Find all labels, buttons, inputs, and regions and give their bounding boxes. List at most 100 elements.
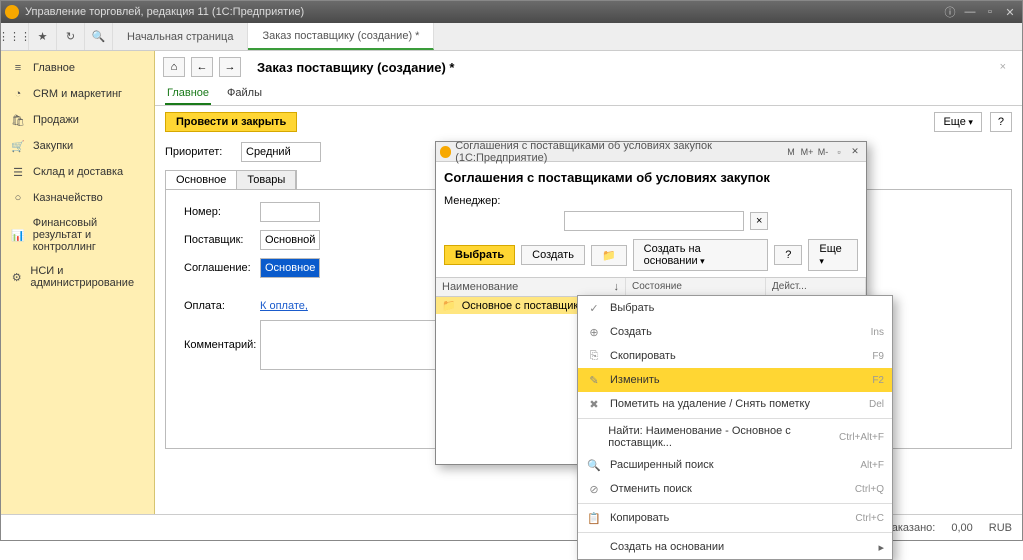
number-input[interactable] — [260, 202, 320, 222]
create-button[interactable]: Создать — [521, 245, 585, 265]
col-action[interactable]: Дейст... — [766, 278, 866, 296]
sidebar-label: Продажи — [33, 114, 79, 126]
ctx-adv-search[interactable]: 🔍Расширенный поискAlt+F — [578, 453, 892, 477]
create-group-button[interactable]: 📁 — [591, 245, 627, 266]
search-icon[interactable]: 🔍 — [85, 23, 113, 50]
subtab-main[interactable]: Основное — [166, 171, 237, 189]
subtab-goods[interactable]: Товары — [237, 171, 296, 189]
bag-icon: 🛍 — [11, 113, 25, 127]
folder-icon: 📁 — [442, 299, 456, 312]
copy-icon: ⎘ — [586, 348, 602, 364]
modal-m-button[interactable]: M — [784, 145, 798, 159]
app-icon — [5, 5, 19, 19]
pencil-icon: ✎ — [586, 372, 602, 388]
ctx-select[interactable]: ✓Выбрать — [578, 296, 892, 320]
sidebar-item-finance[interactable]: 📊 Финансовый результат и контроллинг — [1, 211, 154, 259]
doc-tab-files[interactable]: Файлы — [225, 83, 264, 105]
sidebar-label: Склад и доставка — [33, 166, 123, 178]
sidebar-item-crm[interactable]: ◔CRM и маркетинг — [1, 81, 154, 107]
ctx-create-based[interactable]: Создать на основании▸ — [578, 535, 892, 559]
context-menu: ✓Выбрать ⊕СоздатьIns ⎘СкопироватьF9 ✎Изм… — [577, 295, 893, 560]
manager-clear-button[interactable]: × — [750, 212, 768, 230]
maximize-button[interactable]: ▫ — [982, 5, 998, 19]
sidebar-item-purchases[interactable]: 🛒Закупки — [1, 133, 154, 159]
sidebar-label: Главное — [33, 62, 75, 74]
payment-label: Оплата: — [184, 300, 252, 312]
modal-close-button[interactable]: ✕ — [848, 145, 862, 159]
create-based-button[interactable]: Создать на основании — [633, 239, 769, 271]
grid-header: Наименование ↓ Состояние Дейст... — [436, 277, 866, 297]
circle-icon: ○ — [11, 191, 25, 205]
doc-tab-main[interactable]: Главное — [165, 83, 211, 105]
modal-restore-button[interactable]: ▫ — [832, 145, 846, 159]
sidebar-item-sales[interactable]: 🛍 Продажи — [1, 107, 154, 133]
modal-mminus-button[interactable]: M- — [816, 145, 830, 159]
sys-icon[interactable]: ⓘ — [942, 5, 958, 19]
manager-input[interactable] — [564, 211, 744, 231]
sidebar-item-warehouse[interactable]: ☰ Склад и доставка — [1, 159, 154, 185]
favorites-icon[interactable]: ★ — [29, 23, 57, 50]
nav-sidebar: ≡ Главное ◔CRM и маркетинг 🛍 Продажи 🛒Заку… — [1, 51, 155, 514]
ordered-value: 0,00 — [951, 522, 972, 534]
select-button[interactable]: Выбрать — [444, 245, 515, 265]
minimize-button[interactable]: — — [962, 5, 978, 19]
payment-link[interactable]: К оплате, — [260, 300, 308, 312]
sidebar-label: CRM и маркетинг — [33, 88, 122, 100]
document-title: Заказ поставщику (создание) * — [257, 60, 454, 75]
separator — [578, 532, 892, 533]
ctx-edit[interactable]: ✎ИзменитьF2 — [578, 368, 892, 392]
history-icon[interactable]: ↻ — [57, 23, 85, 50]
ctx-mark-delete[interactable]: ✖Пометить на удаление / Снять пометкуDel — [578, 392, 892, 416]
forward-button[interactable]: → — [219, 57, 241, 77]
modal-more-button[interactable]: Еще — [808, 239, 858, 271]
modal-help-button[interactable]: ? — [774, 245, 802, 265]
agreement-input[interactable] — [260, 258, 320, 278]
priority-label: Приоритет: — [165, 146, 233, 158]
ctx-find[interactable]: Найти: Наименование - Основное с поставщ… — [578, 421, 892, 453]
stack-icon: ☰ — [11, 165, 25, 179]
more-button[interactable]: Еще — [934, 112, 981, 132]
cancel-search-icon: ⊘ — [586, 481, 602, 497]
sidebar-label: Финансовый результат и контроллинг — [33, 217, 144, 253]
ctx-cancel-search[interactable]: ⊘Отменить поискCtrl+Q — [578, 477, 892, 501]
supplier-input[interactable] — [260, 230, 320, 250]
plus-icon: ⊕ — [586, 324, 602, 340]
separator — [578, 418, 892, 419]
sidebar-item-main[interactable]: ≡ Главное — [1, 55, 154, 81]
sidebar-item-nsi[interactable]: ⚙ НСИ и администрирование — [1, 259, 154, 295]
col-state[interactable]: Состояние — [626, 278, 766, 296]
close-button[interactable]: ✕ — [1002, 5, 1018, 19]
chevron-right-icon: ▸ — [878, 541, 884, 554]
tab-start[interactable]: Начальная страница — [113, 23, 248, 50]
home-button[interactable]: ⌂ — [163, 57, 185, 77]
app-tabbar: ⋮⋮⋮ ★ ↻ 🔍 Начальная страница Заказ поста… — [1, 23, 1022, 51]
save-close-button[interactable]: Провести и закрыть — [165, 112, 297, 132]
manager-label: Менеджер: — [444, 195, 500, 207]
ctx-create[interactable]: ⊕СоздатьIns — [578, 320, 892, 344]
sidebar-item-treasury[interactable]: ○ Казначейство — [1, 185, 154, 211]
back-button[interactable]: ← — [191, 57, 213, 77]
chart-icon: 📊 — [11, 228, 25, 242]
priority-input[interactable] — [241, 142, 321, 162]
window-title: Управление торговлей, редакция 11 (1С:Пр… — [25, 6, 304, 18]
search-icon: 🔍 — [586, 457, 602, 473]
sidebar-label: НСИ и администрирование — [30, 265, 144, 289]
close-doc-button[interactable]: × — [992, 61, 1014, 73]
currency-label: RUB — [989, 522, 1012, 534]
col-name[interactable]: Наименование — [442, 281, 518, 293]
modal-mplus-button[interactable]: M+ — [800, 145, 814, 159]
ctx-copy-clipboard[interactable]: 📋КопироватьCtrl+C — [578, 506, 892, 530]
delete-icon: ✖ — [586, 396, 602, 412]
clipboard-icon: 📋 — [586, 510, 602, 526]
window-titlebar: Управление торговлей, редакция 11 (1С:Пр… — [1, 1, 1022, 23]
help-button[interactable]: ? — [990, 112, 1012, 132]
document-area: ⌂ ← → Заказ поставщику (создание) * × Гл… — [155, 51, 1022, 514]
tab-order[interactable]: Заказ поставщику (создание) * — [248, 23, 434, 50]
modal-app-icon — [440, 146, 451, 158]
gear-icon: ⚙ — [11, 270, 22, 284]
menu-icon: ≡ — [11, 61, 25, 75]
sidebar-label: Казначейство — [33, 192, 103, 204]
comment-label: Комментарий: — [184, 339, 252, 351]
ctx-copy[interactable]: ⎘СкопироватьF9 — [578, 344, 892, 368]
apps-icon[interactable]: ⋮⋮⋮ — [1, 23, 29, 50]
